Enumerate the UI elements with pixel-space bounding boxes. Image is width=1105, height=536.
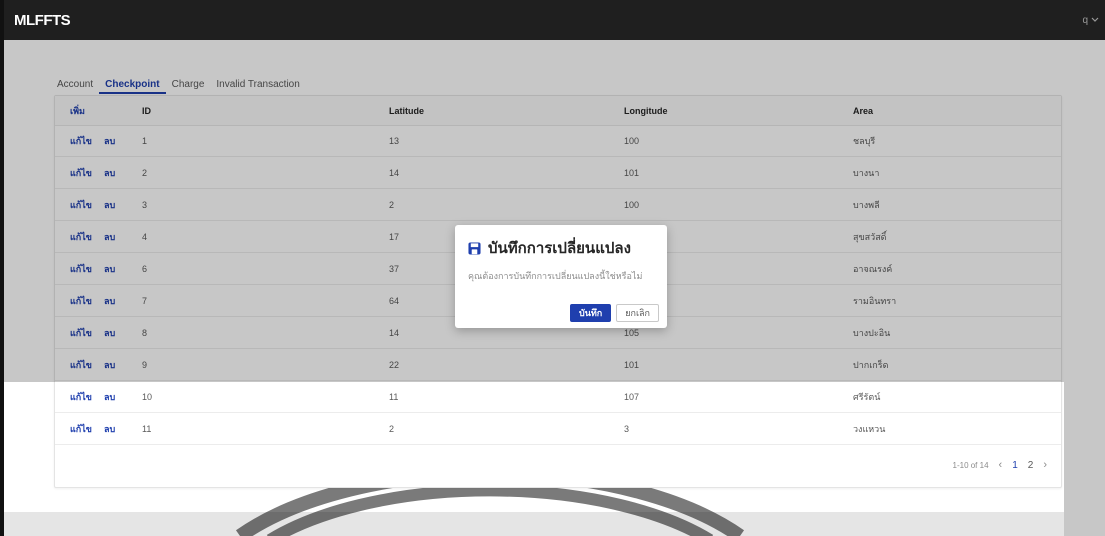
delete-button[interactable]: ลบ xyxy=(104,422,115,436)
cell-longitude: 107 xyxy=(624,392,640,402)
page-1-button[interactable]: 1 xyxy=(1012,460,1018,471)
pagination-range: 1-10 of 14 xyxy=(952,460,989,470)
cell-latitude: 11 xyxy=(389,392,399,402)
prev-page-icon[interactable]: ‹ xyxy=(999,459,1003,471)
cell-longitude: 3 xyxy=(624,424,630,434)
modal-overlay[interactable] xyxy=(4,40,1105,382)
top-navbar: MLFFTS q xyxy=(4,0,1105,40)
app-logo: MLFFTS xyxy=(14,11,71,29)
table-row: แก้ไข ลบ 11 2 3 วงแหวน xyxy=(55,414,1061,445)
cancel-button[interactable]: ยกเลิก xyxy=(616,304,659,322)
cell-area: วงแหวน xyxy=(853,424,886,434)
user-menu[interactable]: q xyxy=(1082,15,1099,26)
save-icon xyxy=(468,241,481,255)
confirm-save-button[interactable]: บันทึก xyxy=(569,304,612,322)
pagination: 1-10 of 14 ‹ 1 2 › xyxy=(953,459,1048,471)
dialog-title: บันทึกการเปลี่ยนแปลง xyxy=(468,236,631,260)
delete-button[interactable]: ลบ xyxy=(104,390,115,404)
dialog-message: คุณต้องการบันทึกการเปลี่ยนแปลงนี้ใช่หรือ… xyxy=(468,271,643,281)
user-name: q xyxy=(1082,14,1088,26)
cell-id: 10 xyxy=(142,392,153,402)
edit-button[interactable]: แก้ไข xyxy=(70,422,92,436)
save-confirm-dialog: บันทึกการเปลี่ยนแปลง คุณต้องการบันทึกการ… xyxy=(455,225,667,328)
chevron-down-icon xyxy=(1091,15,1099,26)
edit-button[interactable]: แก้ไข xyxy=(70,390,92,404)
cell-latitude: 2 xyxy=(389,424,395,434)
modal-overlay-right xyxy=(1064,382,1105,536)
cell-area: ศรีรัตน์ xyxy=(853,392,881,402)
dialog-title-text: บันทึกการเปลี่ยนแปลง xyxy=(488,240,631,257)
table-row: แก้ไข ลบ 10 11 107 ศรีรัตน์ xyxy=(55,382,1061,413)
dialog-actions: บันทึก ยกเลิก xyxy=(569,304,659,322)
page-2-button[interactable]: 2 xyxy=(1028,460,1034,471)
next-page-icon[interactable]: › xyxy=(1043,459,1047,471)
cell-id: 11 xyxy=(142,424,152,434)
modal-overlay-bottom xyxy=(4,512,1064,536)
